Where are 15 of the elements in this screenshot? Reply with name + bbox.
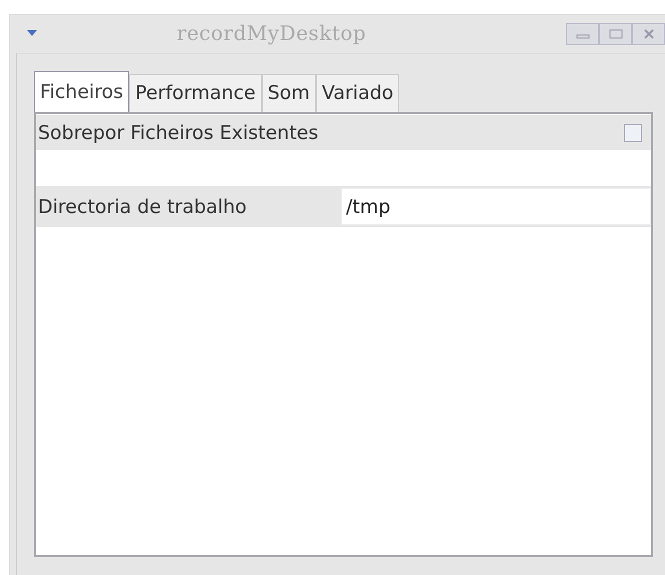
menu-icon[interactable] <box>27 30 37 36</box>
tab[interactable]: Ficheiros <box>34 71 130 112</box>
tab[interactable]: Variado <box>316 74 400 112</box>
maximize-button[interactable] <box>599 23 632 45</box>
tab[interactable]: Performance <box>129 74 262 112</box>
checkbox[interactable] <box>624 124 642 142</box>
minimize-button[interactable] <box>566 23 599 45</box>
tab[interactable]: Som <box>262 74 316 112</box>
setting-label: Sobrepor Ficheiros Existentes <box>37 122 320 144</box>
setting-label: Directoria de trabalho <box>37 196 248 218</box>
close-icon <box>642 29 656 39</box>
maximize-icon <box>608 29 622 39</box>
window-title: recordMyDesktop <box>176 20 368 44</box>
input-field[interactable]: /tmp <box>341 188 651 225</box>
close-button[interactable] <box>632 23 665 45</box>
